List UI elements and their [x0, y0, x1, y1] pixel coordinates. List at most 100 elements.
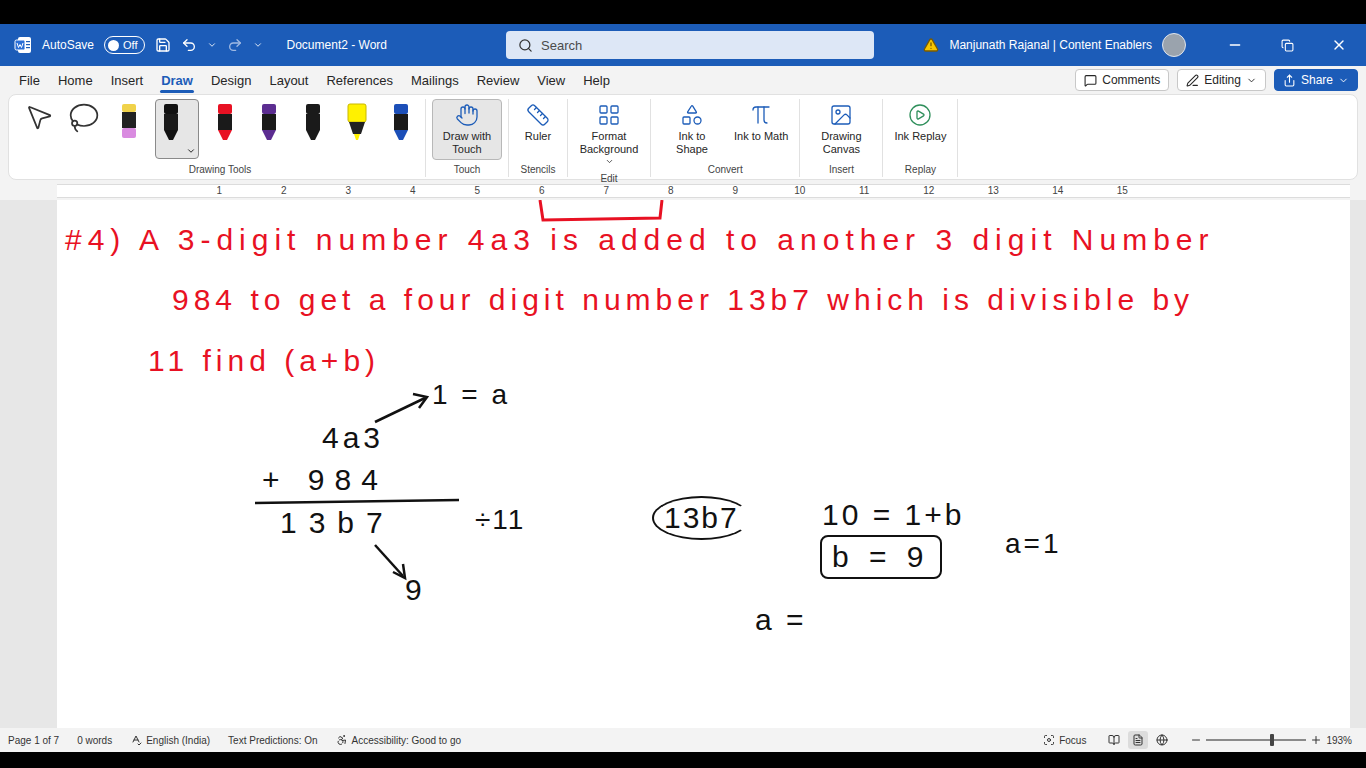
language[interactable]: English (India)	[130, 734, 210, 746]
ink-text[interactable]: 11 find (a+b)	[148, 343, 380, 379]
drawing-tool[interactable]	[65, 99, 103, 159]
autosave-label: AutoSave	[42, 38, 94, 52]
document-area: #4) A 3-digit number 4a3 is added to ano…	[0, 200, 1366, 728]
pen-icon	[256, 102, 282, 144]
text-predictions[interactable]: Text Predictions: On	[228, 735, 317, 746]
ribbon-tab[interactable]: Draw	[152, 66, 202, 94]
web-view-icon	[1156, 734, 1168, 746]
view-mode-button[interactable]	[1152, 731, 1172, 749]
ink-text[interactable]: 984 to get a four digit number 13b7 whic…	[172, 282, 1194, 318]
share-button[interactable]: Share	[1274, 69, 1358, 91]
drawing-tool[interactable]	[295, 99, 331, 159]
ribbon-tab[interactable]: Mailings	[402, 66, 468, 94]
autosave-toggle[interactable]: Off	[104, 36, 144, 54]
drawing-tool[interactable]	[111, 99, 147, 159]
focus-icon	[1043, 734, 1055, 746]
ink-text[interactable]: b = 9	[820, 535, 942, 579]
ink-text[interactable]: a=1	[1005, 527, 1062, 561]
redo-icon[interactable]	[227, 37, 243, 53]
user-name[interactable]: Manjunath Rajanal | Content Enablers	[949, 38, 1152, 52]
undo-dropdown-icon[interactable]	[207, 40, 217, 50]
replay-icon	[908, 103, 932, 127]
document-title: Document2 - Word	[287, 38, 387, 52]
restore-icon	[1281, 39, 1294, 52]
ink-text[interactable]: 9	[405, 572, 422, 608]
undo-icon[interactable]	[181, 37, 197, 53]
ribbon-tab[interactable]: View	[528, 66, 574, 94]
ruler-number: 2	[252, 185, 317, 197]
accessibility-icon	[336, 734, 348, 746]
ribbon-button[interactable]: Format Background	[574, 99, 644, 173]
zoom-level[interactable]: 193%	[1326, 735, 1352, 746]
ribbon-button[interactable]: Ink to Math	[729, 99, 793, 147]
zoom-out-icon[interactable]	[1190, 734, 1202, 746]
background-icon	[597, 103, 621, 127]
drawing-tool[interactable]	[383, 99, 419, 159]
document-page[interactable]: #4) A 3-digit number 4a3 is added to ano…	[57, 200, 1350, 728]
editing-icon	[1186, 74, 1199, 87]
comments-button[interactable]: Comments	[1075, 69, 1169, 91]
ink-text[interactable]: + 984	[262, 462, 388, 498]
drawing-tool[interactable]	[21, 99, 57, 159]
read-view-icon	[1108, 734, 1120, 746]
customize-icon[interactable]	[253, 40, 263, 50]
close-icon	[1331, 37, 1347, 53]
ink-text[interactable]: #4) A 3-digit number 4a3 is added to ano…	[65, 222, 1215, 258]
view-mode-button[interactable]	[1104, 731, 1124, 749]
ink-strokes	[57, 200, 1350, 728]
ink-text[interactable]: a =	[755, 602, 807, 638]
pen-icon	[158, 102, 184, 144]
ribbon-button[interactable]: Drawing Canvas	[806, 99, 876, 160]
ribbon-tab[interactable]: References	[317, 66, 401, 94]
ribbon-tab[interactable]: Help	[574, 66, 619, 94]
focus-button[interactable]: Focus	[1043, 734, 1086, 746]
ink-text[interactable]: 13b7	[652, 496, 751, 540]
minimize-button[interactable]	[1214, 37, 1256, 53]
ribbon-tab[interactable]: Insert	[102, 66, 153, 94]
pen-icon	[388, 102, 414, 144]
ribbon-tab[interactable]: File	[10, 66, 49, 94]
ruler-number: 5	[445, 185, 510, 197]
view-mode-button[interactable]	[1128, 731, 1148, 749]
close-button[interactable]	[1318, 37, 1360, 53]
ribbon-button[interactable]: Ruler	[515, 99, 561, 147]
ribbon-button[interactable]: Draw with Touch	[432, 99, 502, 160]
ink-text[interactable]: 10 = 1+b	[822, 497, 964, 533]
canvas-icon	[829, 103, 853, 127]
accessibility-status[interactable]: Accessibility: Good to go	[336, 734, 462, 746]
ribbon-group: Format BackgroundEdit	[568, 99, 651, 177]
drawing-tool[interactable]	[207, 99, 243, 159]
search-box[interactable]: Search	[506, 31, 874, 59]
ribbon-button[interactable]: Ink Replay	[889, 99, 951, 147]
word-count[interactable]: 0 words	[77, 735, 112, 746]
ink-text[interactable]: ÷11	[475, 503, 525, 537]
zoom-slider[interactable]	[1206, 739, 1306, 741]
pen-icon	[212, 102, 238, 144]
dropdown-icon	[605, 157, 614, 166]
drawing-tool[interactable]	[251, 99, 287, 159]
pen-options-icon[interactable]	[186, 146, 196, 156]
ruler-number: 11	[832, 185, 897, 197]
editing-button[interactable]: Editing	[1177, 69, 1266, 91]
drawing-tool[interactable]	[155, 99, 199, 159]
zoom-in-icon[interactable]	[1310, 734, 1322, 746]
ruler-number: 13	[961, 185, 1026, 197]
math-icon	[749, 103, 773, 127]
save-icon[interactable]	[155, 37, 171, 53]
ribbon-tab[interactable]: Home	[49, 66, 102, 94]
ribbon-tab[interactable]: Review	[468, 66, 529, 94]
user-avatar[interactable]	[1162, 33, 1186, 57]
ribbon-tab[interactable]: Layout	[260, 66, 317, 94]
ribbon-button[interactable]: Ink to Shape	[657, 99, 727, 160]
page-count[interactable]: Page 1 of 7	[8, 735, 59, 746]
title-bar: AutoSave Off Document2 - Word Search Manjuna…	[0, 24, 1366, 66]
ruler-number: 10	[768, 185, 833, 197]
ribbon-tab[interactable]: Design	[202, 66, 260, 94]
ink-text[interactable]: 4a3	[322, 420, 384, 456]
ribbon-group: Ink ReplayReplay	[883, 99, 958, 177]
drawing-tool[interactable]	[339, 99, 375, 159]
restore-button[interactable]	[1266, 39, 1308, 52]
warning-icon[interactable]	[923, 37, 939, 53]
ink-text[interactable]: 13b7	[280, 505, 395, 541]
ink-text[interactable]: 1 = a	[432, 378, 510, 412]
